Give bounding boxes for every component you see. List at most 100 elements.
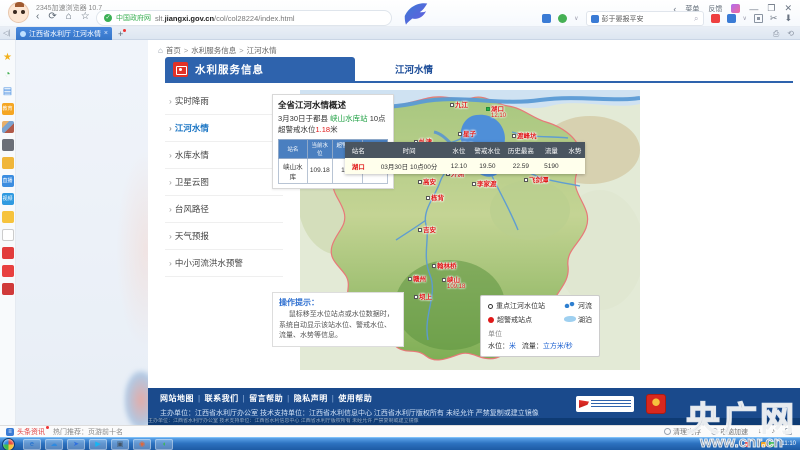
sidebar-item-实时降雨[interactable]: ›实时降雨 bbox=[165, 88, 283, 115]
tray-icon[interactable] bbox=[745, 442, 750, 447]
clean-memory-button[interactable]: 清理内存 bbox=[664, 427, 701, 437]
favorites-star-icon[interactable]: ★ bbox=[3, 52, 12, 63]
map-station-渡峰坑[interactable]: 渡峰坑 bbox=[512, 130, 537, 140]
app-education-icon[interactable]: 教育 bbox=[2, 103, 14, 115]
map-station-高安[interactable]: 高安 bbox=[418, 176, 436, 186]
footer-link-联系我们[interactable]: 联系我们 bbox=[205, 394, 239, 403]
new-tab-button[interactable]: + bbox=[118, 29, 123, 39]
app-yellow-icon[interactable] bbox=[2, 157, 14, 169]
sidebar-item-中小河流洪水预警[interactable]: ›中小河流洪水预警 bbox=[165, 250, 283, 277]
taskbar-cloud-app-icon[interactable]: ☁ bbox=[45, 439, 63, 450]
history-clock-icon[interactable]: ◔ bbox=[4, 69, 10, 80]
sidebar-item-天气预报[interactable]: ›天气预报 bbox=[165, 223, 283, 250]
start-button[interactable] bbox=[2, 438, 15, 450]
section-header: 水利服务信息 江河水情 bbox=[165, 57, 793, 83]
dropdown-caret-icon[interactable]: ∨ bbox=[574, 15, 578, 22]
status-dot-icon[interactable] bbox=[558, 14, 567, 23]
url-text[interactable]: slt.jiangxi.gov.cn/col/col28224/index.ht… bbox=[155, 14, 295, 23]
undo-closed-tab-icon[interactable]: ⟲ bbox=[787, 29, 794, 39]
active-tab[interactable]: 江西省水利厅 江河水情 × bbox=[16, 27, 112, 40]
station-marker-icon bbox=[472, 182, 476, 186]
map-legend: 重点江河水位站 河流 超警戒站点 湖泊 单位 水位：米 流量：立方米/秒 bbox=[480, 295, 600, 357]
back-button[interactable]: ‹ bbox=[36, 11, 39, 22]
station-marker-icon bbox=[524, 178, 528, 182]
map-station-峡山[interactable]: 峡山109.18 bbox=[442, 274, 465, 290]
taskbar-wechat-icon[interactable]: ◖ bbox=[155, 439, 173, 450]
map-station-坝上[interactable]: 坝上 bbox=[414, 291, 432, 301]
map-station-星子[interactable]: 星子 bbox=[458, 128, 476, 138]
sidebar-item-水库水情[interactable]: ›水库水情 bbox=[165, 142, 283, 169]
map-station-赣州[interactable]: 赣州 bbox=[408, 273, 426, 283]
capture-icon[interactable]: ⎙ bbox=[773, 29, 779, 39]
system-tray: 11:10 bbox=[745, 441, 800, 447]
dropdown-caret-icon[interactable]: ∨ bbox=[743, 15, 747, 22]
breadcrumb-item[interactable]: 江河水情 bbox=[247, 45, 277, 56]
search-icon[interactable]: ⌕ bbox=[694, 14, 698, 24]
tray-icon[interactable] bbox=[769, 442, 774, 447]
app-white-logo-icon[interactable] bbox=[2, 229, 14, 241]
footer-link-隐私声明[interactable]: 隐私声明 bbox=[294, 394, 328, 403]
breadcrumb-item[interactable]: 水利服务信息 bbox=[191, 45, 236, 56]
map-station-湖口[interactable]: 湖口12.10 bbox=[486, 103, 506, 119]
taskbar-ie-browser-icon[interactable]: e bbox=[23, 439, 41, 450]
news-feed-icon[interactable]: ≡ bbox=[6, 428, 14, 436]
pc-boost-button[interactable]: 电脑加速 bbox=[711, 427, 748, 437]
taskbar-2345-browser-icon[interactable]: ➤ bbox=[67, 439, 85, 450]
home-button[interactable]: ⌂ bbox=[66, 11, 72, 22]
hot-recommendation[interactable]: 热门推荐：页游前十名 bbox=[53, 427, 123, 437]
sound-icon[interactable]: ♪ bbox=[772, 428, 776, 435]
search-input[interactable] bbox=[602, 15, 692, 22]
map-station-李家渡[interactable]: 李家渡 bbox=[472, 178, 497, 188]
tab-list-icon[interactable]: ◁| bbox=[3, 29, 10, 37]
search-box[interactable]: ⌕ bbox=[586, 11, 704, 26]
sidebar-item-江河水情[interactable]: ›江河水情 bbox=[165, 115, 283, 142]
footer-link-留言帮助[interactable]: 留言帮助 bbox=[249, 394, 283, 403]
footer-link-网站地图[interactable]: 网站地图 bbox=[160, 394, 194, 403]
breadcrumb-item[interactable]: 首页 bbox=[166, 45, 181, 56]
app-gray-icon[interactable] bbox=[2, 139, 14, 151]
app-yellow-2-icon[interactable] bbox=[2, 211, 14, 223]
map-station-九江[interactable]: 九江 bbox=[450, 99, 468, 109]
hot-news-icon[interactable] bbox=[711, 14, 720, 23]
footer-link-使用帮助[interactable]: 使用帮助 bbox=[338, 394, 372, 403]
map-station-栋背[interactable]: 栋背 bbox=[426, 192, 444, 202]
translate-icon[interactable] bbox=[727, 14, 736, 23]
taskbar-color-wheel-app-icon[interactable]: ◉ bbox=[133, 439, 151, 450]
screenshot-scissors-icon[interactable]: ✂ bbox=[770, 13, 778, 24]
map-station-飞剑潭[interactable]: 飞剑潭 bbox=[524, 174, 549, 184]
footer-badge-gov[interactable] bbox=[576, 396, 634, 412]
taskbar-video-player-icon[interactable]: ▶ bbox=[89, 439, 107, 450]
app-red-3-icon[interactable] bbox=[2, 283, 14, 295]
notes-doc-icon[interactable]: ▤ bbox=[3, 86, 12, 97]
taskbar-photo-app-icon[interactable]: ▣ bbox=[111, 439, 129, 450]
favorite-star-button[interactable]: ☆ bbox=[81, 11, 90, 22]
refresh-button[interactable]: ⟳ bbox=[48, 11, 56, 22]
app-live-icon[interactable]: 直播 bbox=[2, 175, 14, 187]
map-station-吉安[interactable]: 吉安 bbox=[418, 224, 436, 234]
app-red-2-icon[interactable] bbox=[2, 265, 14, 277]
tray-icon[interactable] bbox=[761, 442, 766, 447]
apps-icon[interactable] bbox=[542, 14, 551, 23]
section-icon bbox=[173, 62, 188, 77]
extensions-grid-icon[interactable] bbox=[754, 14, 763, 23]
tip-title: 操作提示： bbox=[279, 297, 397, 308]
footer-badge-emblem[interactable] bbox=[646, 394, 666, 414]
tray-icon[interactable] bbox=[753, 442, 758, 447]
legend-wl-label: 水位： bbox=[488, 343, 509, 350]
app-red-s-icon[interactable] bbox=[2, 247, 14, 259]
map-station-翰林桥[interactable]: 翰林桥 bbox=[432, 260, 457, 270]
news-brand[interactable]: 头条资讯 bbox=[17, 427, 45, 437]
sidebar-item-卫星云图[interactable]: ›卫星云图 bbox=[165, 169, 283, 196]
section-current-tab[interactable]: 江河水情 bbox=[395, 62, 433, 76]
download-manager-icon[interactable]: ↓ bbox=[758, 428, 762, 435]
sidebar-item-台风路径[interactable]: ›台风路径 bbox=[165, 196, 283, 223]
app-video-icon[interactable]: 视频 bbox=[2, 193, 14, 205]
window-mode-icon[interactable] bbox=[785, 428, 792, 435]
download-icon[interactable]: ⬇ bbox=[784, 13, 792, 24]
tab-close-icon[interactable]: × bbox=[104, 30, 108, 37]
url-bar[interactable]: ✓ 中国政府网 slt.jiangxi.gov.cn/col/col28224/… bbox=[96, 10, 392, 26]
browser-mascot-logo bbox=[8, 2, 29, 23]
app-photo-icon[interactable] bbox=[2, 121, 14, 133]
section-title: 水利服务信息 bbox=[195, 62, 264, 77]
station-marker-icon bbox=[414, 295, 418, 299]
